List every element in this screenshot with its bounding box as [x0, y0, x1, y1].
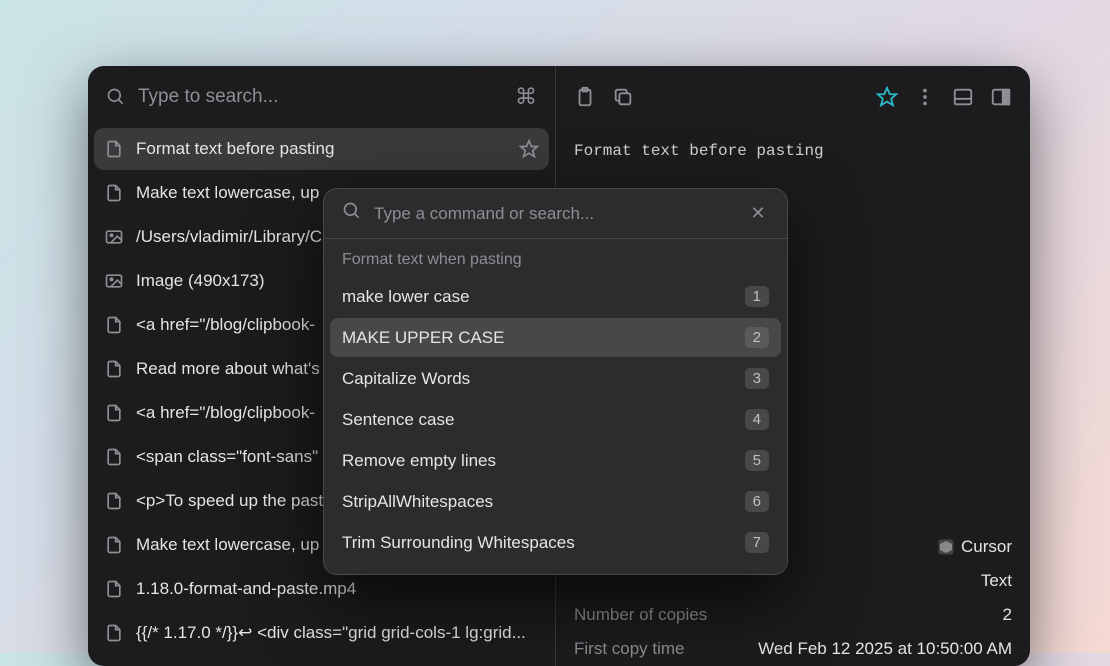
- palette-item-label: StripAllWhitespaces: [342, 492, 745, 512]
- search-icon: [106, 87, 126, 107]
- star-icon[interactable]: [876, 86, 898, 108]
- clip-item[interactable]: Format text before pasting: [94, 128, 549, 170]
- file-icon: [104, 139, 124, 159]
- search-bar: ⌘: [88, 66, 555, 128]
- palette-item[interactable]: Remove empty lines5: [330, 441, 781, 480]
- palette-header: ✕: [324, 189, 787, 239]
- file-icon: [104, 447, 124, 467]
- file-icon: [104, 183, 124, 203]
- clip-text: Format text before pasting: [136, 139, 519, 159]
- palette-shortcut: 3: [745, 368, 769, 389]
- palette-shortcut: 4: [745, 409, 769, 430]
- palette-item[interactable]: Capitalize Words3: [330, 359, 781, 398]
- clip-text: {{/* 1.17.0 */}}↩ <div class="grid grid-…: [136, 623, 539, 643]
- copies-value: 2: [1003, 605, 1012, 625]
- image-icon: [104, 227, 124, 247]
- clipboard-icon[interactable]: [574, 86, 596, 108]
- copy-icon[interactable]: [612, 86, 634, 108]
- first-copy-label: First copy time: [574, 639, 685, 659]
- file-icon: [104, 491, 124, 511]
- panel-bottom-icon[interactable]: [952, 86, 974, 108]
- right-toolbar: [556, 66, 1030, 128]
- palette-section-title: Format text when pasting: [324, 239, 787, 275]
- palette-item[interactable]: MAKE UPPER CASE2: [330, 318, 781, 357]
- detail-first-copy-row: First copy time Wed Feb 12 2025 at 10:50…: [574, 632, 1012, 666]
- palette-shortcut: 5: [745, 450, 769, 471]
- palette-item-label: Remove empty lines: [342, 451, 745, 471]
- app-name: Cursor: [961, 537, 1012, 557]
- palette-shortcut: 7: [745, 532, 769, 553]
- copies-label: Number of copies: [574, 605, 707, 625]
- file-icon: [104, 535, 124, 555]
- palette-shortcut: 1: [745, 286, 769, 307]
- palette-item-label: MAKE UPPER CASE: [342, 328, 745, 348]
- file-icon: [104, 623, 124, 643]
- first-copy-value: Wed Feb 12 2025 at 10:50:00 AM: [758, 639, 1012, 659]
- clip-text: 1.18.0-format-and-paste.mp4: [136, 579, 539, 599]
- palette-item-label: Capitalize Words: [342, 369, 745, 389]
- palette-item-label: make lower case: [342, 287, 745, 307]
- palette-item[interactable]: Trim Surrounding Whitespaces7: [330, 523, 781, 562]
- image-icon: [104, 271, 124, 291]
- palette-item-label: Trim Surrounding Whitespaces: [342, 533, 745, 553]
- search-input[interactable]: [138, 86, 515, 108]
- search-icon: [342, 201, 362, 226]
- detail-copies-row: Number of copies 2: [574, 598, 1012, 632]
- file-icon: [104, 359, 124, 379]
- file-icon: [104, 403, 124, 423]
- close-icon[interactable]: ✕: [747, 203, 769, 225]
- panel-right-icon[interactable]: [990, 86, 1012, 108]
- star-icon[interactable]: [519, 139, 539, 159]
- command-palette: ✕ Format text when pasting make lower ca…: [323, 188, 788, 575]
- app-icon: [937, 538, 955, 556]
- palette-shortcut: 6: [745, 491, 769, 512]
- palette-shortcut: 2: [745, 327, 769, 348]
- palette-search-input[interactable]: [374, 204, 747, 224]
- palette-item[interactable]: StripAllWhitespaces6: [330, 482, 781, 521]
- file-icon: [104, 579, 124, 599]
- type-value: Text: [981, 571, 1012, 591]
- file-icon: [104, 315, 124, 335]
- more-icon[interactable]: [914, 86, 936, 108]
- palette-items: make lower case1MAKE UPPER CASE2Capitali…: [324, 275, 787, 574]
- palette-item[interactable]: Sentence case4: [330, 400, 781, 439]
- palette-item[interactable]: make lower case1: [330, 277, 781, 316]
- command-shortcut: ⌘: [515, 84, 537, 110]
- clip-item[interactable]: {{/* 1.17.0 */}}↩ <div class="grid grid-…: [94, 612, 549, 654]
- palette-item-label: Sentence case: [342, 410, 745, 430]
